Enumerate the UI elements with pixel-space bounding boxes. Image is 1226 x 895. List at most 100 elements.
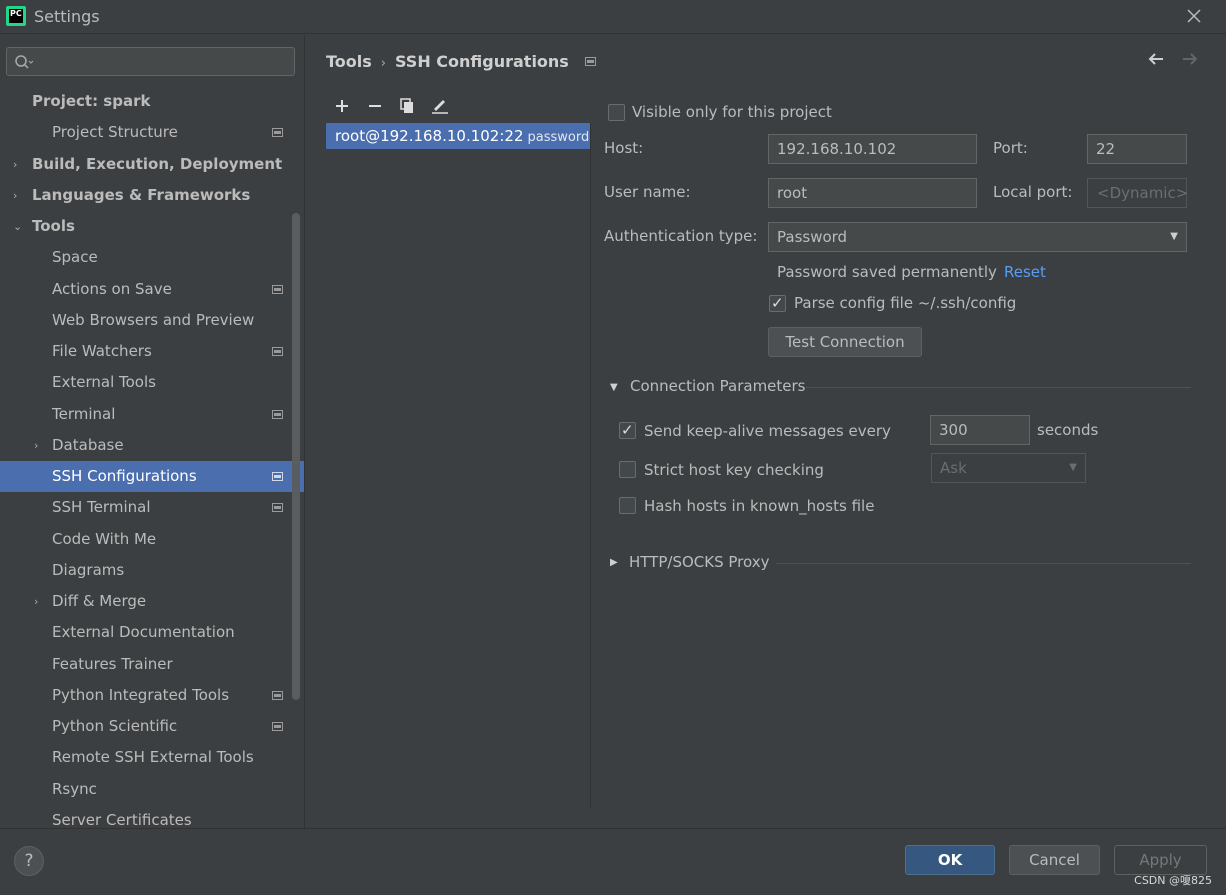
host-field[interactable]: 192.168.10.102 — [768, 134, 977, 164]
cancel-button[interactable]: Cancel — [1009, 845, 1100, 875]
sidebar-item-file-watchers[interactable]: File Watchers — [0, 336, 304, 367]
sidebar-item-database[interactable]: › Database — [0, 430, 304, 461]
username-label: User name: — [604, 183, 691, 201]
project-scope-icon — [272, 472, 283, 481]
sidebar-item-project-spark[interactable]: Project: spark — [0, 86, 304, 117]
arrow-right-icon — [1183, 53, 1198, 65]
sidebar-item-label: SSH Configurations — [52, 467, 197, 485]
chevron-right-icon[interactable]: › — [34, 586, 38, 617]
project-scope-icon — [272, 690, 283, 700]
sidebar-item-rsync[interactable]: Rsync — [0, 774, 304, 805]
sidebar-item-web-browsers-and-preview[interactable]: Web Browsers and Preview — [0, 305, 304, 336]
keepalive-interval-field[interactable]: 300 — [930, 415, 1030, 445]
project-scope-icon — [584, 57, 596, 66]
sidebar-item-external-tools[interactable]: External Tools — [0, 367, 304, 398]
port-label: Port: — [993, 139, 1028, 157]
pycharm-logo-icon: PC — [6, 6, 26, 26]
strict-host-dropdown[interactable]: Ask ▼ — [931, 453, 1086, 483]
main-panel: Tools › SSH Configurations root@192.168.10… — [306, 35, 1226, 828]
sidebar-item-code-with-me[interactable]: Code With Me — [0, 524, 304, 555]
title-bar: PC Settings — [0, 0, 1226, 34]
sidebar-item-label: Diff & Merge — [52, 592, 147, 610]
breadcrumb-current: SSH Configurations — [394, 52, 569, 71]
sidebar-item-server-certificates[interactable]: Server Certificates — [0, 805, 304, 828]
section-divider — [776, 563, 1191, 564]
sidebar-item-label: Web Browsers and Preview — [52, 310, 255, 329]
sidebar-item-tools[interactable]: ⌄ Tools — [0, 211, 304, 242]
sidebar-item-label: SSH Terminal — [52, 498, 151, 517]
sidebar-item-diff-merge[interactable]: › Diff & Merge — [0, 586, 304, 617]
chevron-right-icon[interactable]: › — [13, 149, 17, 180]
reset-password-link[interactable]: Reset — [1004, 263, 1046, 281]
remove-connection-button[interactable] — [363, 95, 387, 119]
sidebar-item-languages-frameworks[interactable]: › Languages & Frameworks — [0, 180, 304, 211]
arrow-left-icon — [1148, 53, 1163, 65]
watermark: CSDN @嗄825 — [1134, 874, 1212, 887]
sidebar-item-build-execution-deployment[interactable]: › Build, Execution, Deployment — [0, 149, 304, 180]
ok-button[interactable]: OK — [905, 845, 995, 875]
sidebar-item-label: Project Structure — [52, 123, 178, 142]
section-expanded-icon[interactable]: ▼ — [610, 382, 618, 393]
edit-connection-button[interactable] — [428, 95, 452, 119]
copy-connection-button[interactable] — [395, 95, 419, 119]
breadcrumb-parent[interactable]: Tools — [326, 52, 372, 71]
search-icon — [15, 55, 34, 69]
help-button[interactable]: ? — [14, 846, 44, 876]
auth-type-value: Password — [777, 228, 848, 246]
keepalive-unit: seconds — [1037, 421, 1099, 439]
keepalive-checkbox[interactable] — [619, 421, 636, 439]
sidebar-item-label: Rsync — [52, 779, 97, 798]
port-field[interactable]: 22 — [1087, 134, 1187, 164]
chevron-right-icon[interactable]: › — [34, 430, 38, 461]
sidebar-item-features-trainer[interactable]: Features Trainer — [0, 649, 304, 680]
sidebar-item-ssh-terminal[interactable]: SSH Terminal — [0, 492, 304, 523]
strict-host-checkbox[interactable] — [619, 461, 636, 478]
auth-type-dropdown[interactable]: Password ▼ — [768, 222, 1187, 252]
local-port-field[interactable]: <Dynamic> — [1087, 178, 1188, 208]
connection-params-title[interactable]: Connection Parameters — [630, 377, 806, 395]
dropdown-arrow-icon: ▼ — [1170, 231, 1178, 242]
project-scope-icon — [272, 503, 283, 513]
section-divider — [806, 387, 1191, 388]
sidebar-item-ssh-configurations[interactable]: SSH Configurations — [0, 461, 304, 493]
section-collapsed-icon[interactable]: ▶ — [610, 557, 618, 568]
sidebar-item-label: Features Trainer — [52, 654, 173, 673]
project-scope-icon — [272, 409, 283, 419]
visible-only-checkbox[interactable] — [608, 104, 625, 121]
plus-icon — [336, 100, 348, 112]
project-scope-icon — [272, 128, 283, 138]
password-saved-text: Password saved permanently — [777, 263, 997, 281]
window-title: Settings — [34, 7, 100, 26]
add-connection-button[interactable] — [330, 95, 354, 119]
proxy-section-title[interactable]: HTTP/SOCKS Proxy — [629, 553, 769, 571]
chevron-right-icon[interactable]: › — [13, 180, 17, 211]
hash-hosts-checkbox[interactable] — [619, 497, 636, 514]
local-port-label: Local port: — [993, 183, 1073, 201]
back-button[interactable] — [1146, 49, 1166, 74]
sidebar-item-python-integrated-tools[interactable]: Python Integrated Tools — [0, 680, 304, 711]
sidebar-item-label: Python Scientific — [52, 717, 178, 735]
sidebar-item-terminal[interactable]: Terminal — [0, 399, 304, 430]
sidebar-item-python-scientific[interactable]: Python Scientific — [0, 711, 304, 742]
sidebar-item-diagrams[interactable]: Diagrams — [0, 555, 304, 586]
sidebar-item-space[interactable]: Space — [0, 242, 304, 273]
ssh-connection-item[interactable]: root@192.168.10.102:22 password — [326, 123, 590, 149]
sidebar-item-label: Diagrams — [52, 560, 125, 579]
username-field[interactable]: root — [768, 178, 977, 208]
sidebar-item-external-documentation[interactable]: External Documentation — [0, 617, 304, 648]
chevron-down-icon[interactable]: ⌄ — [13, 211, 22, 242]
sidebar-item-actions-on-save[interactable]: Actions on Save — [0, 274, 304, 305]
sidebar-item-label: External Tools — [52, 373, 156, 392]
sidebar-scrollbar[interactable] — [292, 213, 300, 700]
parse-config-checkbox[interactable] — [769, 294, 786, 312]
forward-button[interactable] — [1180, 49, 1200, 74]
sidebar-item-label: Code With Me — [52, 529, 157, 548]
sidebar-item-remote-ssh-external-tools[interactable]: Remote SSH External Tools — [0, 742, 304, 773]
close-window-button[interactable] — [1184, 6, 1204, 26]
sidebar-item-project-structure[interactable]: Project Structure — [0, 117, 304, 148]
settings-search-input[interactable] — [6, 47, 295, 76]
apply-button[interactable]: Apply — [1114, 845, 1207, 875]
project-scope-icon — [272, 284, 283, 294]
close-icon — [1187, 9, 1201, 23]
test-connection-button[interactable]: Test Connection — [768, 327, 922, 357]
